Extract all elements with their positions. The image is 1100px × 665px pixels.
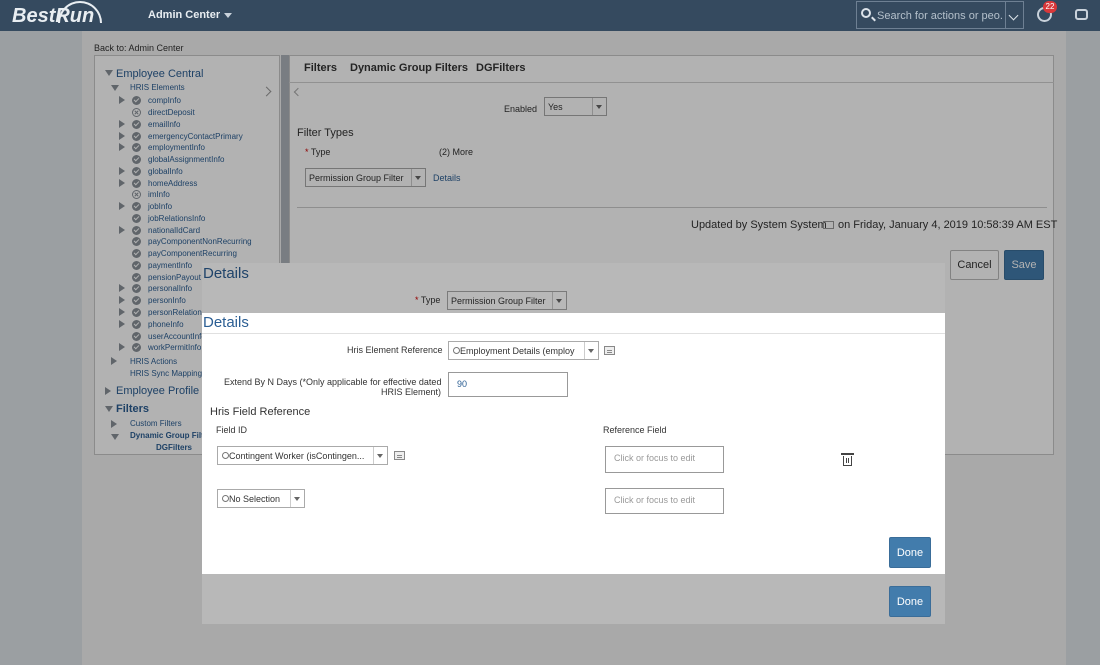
field-id-value: Contingent Worker (isContingen... — [229, 451, 365, 461]
field-ref-heading: Hris Field Reference — [210, 406, 311, 418]
search-input[interactable]: Search for actions or peo... — [856, 1, 1024, 29]
extend-label-line2: HRIS Element) — [381, 387, 442, 397]
field-id-header: Field ID — [216, 425, 248, 435]
hris-element-value: Employment Details (employ — [460, 346, 575, 356]
app-switcher[interactable]: Admin Center — [148, 9, 233, 21]
feedback-icon[interactable] — [1075, 9, 1088, 20]
multi-select-icon[interactable] — [394, 451, 405, 460]
field-id-select-row2[interactable]: No Selection — [217, 489, 305, 508]
search-scope-dropdown[interactable] — [1005, 2, 1023, 28]
details-dialog-inner: Details Hris Element Reference Employmen… — [202, 313, 945, 574]
app-name: Admin Center — [148, 9, 221, 21]
field-id-value: No Selection — [229, 494, 281, 504]
divider — [202, 333, 945, 334]
search-placeholder: Search for actions or peo... — [877, 10, 1003, 22]
done-button-outer[interactable]: Done — [889, 586, 931, 617]
field-id-select-row1[interactable]: Contingent Worker (isContingen... — [217, 446, 388, 465]
chevron-down-icon — [290, 490, 304, 507]
done-button-inner[interactable]: Done — [889, 537, 931, 568]
search-icon — [861, 8, 871, 18]
reference-field-header: Reference Field — [603, 425, 667, 435]
shell-bar: BestRun Admin Center Search for actions … — [0, 0, 1100, 31]
search-icon — [453, 347, 460, 354]
hris-element-label: Hris Element Reference — [347, 345, 443, 355]
reference-field-input-row1[interactable]: Click or focus to edit — [605, 446, 724, 473]
dialog-title: Details — [203, 314, 249, 331]
chevron-down-icon — [584, 342, 598, 359]
multi-select-icon[interactable] — [604, 346, 615, 355]
extend-label-line1: Extend By N Days (*Only applicable for e… — [224, 377, 442, 387]
search-icon — [222, 452, 229, 459]
chevron-down-icon — [224, 12, 233, 18]
chevron-down-icon — [373, 447, 387, 464]
reference-field-input-row2[interactable]: Click or focus to edit — [605, 488, 724, 514]
hris-element-select[interactable]: Employment Details (employ — [448, 341, 599, 360]
search-icon — [222, 495, 229, 502]
notification-badge: 22 — [1043, 1, 1057, 13]
delete-icon[interactable] — [841, 453, 854, 466]
extend-days-input[interactable]: 90 — [448, 372, 568, 397]
